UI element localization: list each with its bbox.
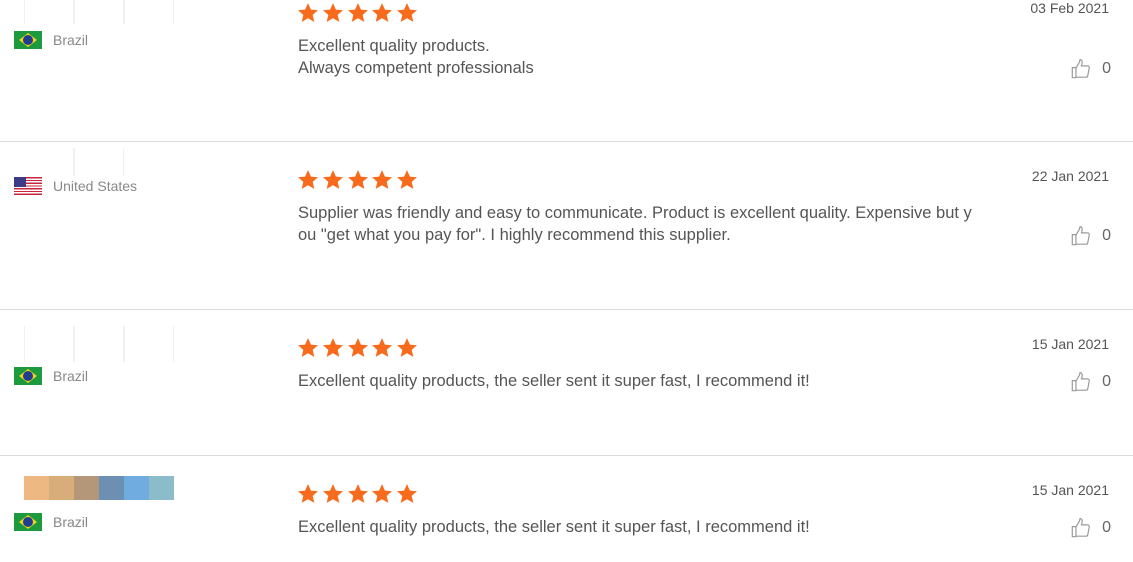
star-icon	[297, 337, 321, 359]
photo-thumbnail[interactable]	[124, 326, 174, 362]
star-icon	[297, 169, 321, 191]
thumbs-up-icon[interactable]	[1070, 517, 1092, 539]
photo-thumbnail[interactable]	[74, 326, 124, 362]
star-icon	[347, 337, 371, 359]
reviewer-country: Brazil	[14, 513, 88, 531]
review-photos[interactable]	[24, 476, 174, 500]
country-name: Brazil	[53, 32, 89, 48]
photo-thumbnail[interactable]	[74, 0, 124, 24]
star-icon	[347, 169, 371, 191]
star-icon	[347, 483, 371, 505]
star-icon	[297, 2, 321, 24]
review-text-line: Excellent quality products, the seller s…	[298, 372, 810, 390]
brazil-flag-icon	[14, 513, 42, 531]
like-button[interactable]: 0	[1070, 58, 1111, 80]
review-text: Excellent quality products, the seller s…	[298, 370, 998, 392]
star-rating	[297, 169, 421, 191]
country-name: Brazil	[53, 368, 89, 384]
review-text-line: Always competent professionals	[298, 59, 534, 77]
review-date: 03 Feb 2021	[1030, 0, 1109, 16]
photo-thumbnail[interactable]	[149, 476, 174, 500]
thumbs-up-icon[interactable]	[1070, 371, 1092, 393]
review-text-line: Excellent quality products.	[298, 37, 490, 55]
star-icon	[371, 337, 395, 359]
photo-thumbnail[interactable]	[99, 476, 124, 500]
photo-thumbnail[interactable]	[74, 148, 124, 176]
photo-thumbnail[interactable]	[124, 476, 149, 500]
country-name: Brazil	[53, 514, 89, 530]
star-icon	[371, 2, 395, 24]
photo-thumbnail[interactable]	[74, 476, 99, 500]
review-text-line: Excellent quality products, the seller s…	[298, 518, 810, 536]
like-button[interactable]: 0	[1070, 517, 1111, 539]
thumbs-up-icon[interactable]	[1070, 225, 1092, 247]
star-rating	[297, 483, 421, 505]
review-photos[interactable]	[24, 148, 124, 176]
review-photos[interactable]	[24, 326, 174, 362]
thumbs-up-icon[interactable]	[1070, 58, 1092, 80]
review-photos[interactable]	[24, 0, 174, 24]
photo-thumbnail[interactable]	[24, 148, 74, 176]
review-text: Excellent quality products. Always compe…	[298, 35, 998, 79]
like-count: 0	[1102, 373, 1111, 390]
review-date: 15 Jan 2021	[1031, 336, 1109, 352]
reviewer-country: Brazil	[14, 367, 88, 385]
star-icon	[347, 2, 371, 24]
star-icon	[396, 169, 420, 191]
review-text-line: ou "get what you pay for". I highly reco…	[298, 226, 731, 244]
like-count: 0	[1102, 60, 1111, 77]
star-icon	[297, 483, 321, 505]
review-item: Brazil Excellent quality products, the s…	[0, 456, 1133, 562]
like-button[interactable]: 0	[1070, 371, 1111, 393]
us-flag-icon	[14, 177, 42, 195]
photo-thumbnail[interactable]	[24, 0, 74, 24]
photo-thumbnail[interactable]	[24, 476, 49, 500]
star-icon	[322, 169, 346, 191]
review-date: 15 Jan 2021	[1031, 482, 1109, 498]
review-text-line: Supplier was friendly and easy to commun…	[298, 204, 972, 222]
like-count: 0	[1102, 227, 1111, 244]
country-name: United States	[53, 178, 138, 194]
like-button[interactable]: 0	[1070, 225, 1111, 247]
star-rating	[297, 2, 421, 24]
review-item: Brazil Excellent quality products. Alway…	[0, 0, 1133, 141]
brazil-flag-icon	[14, 367, 42, 385]
photo-thumbnail[interactable]	[24, 326, 74, 362]
reviewer-country: Brazil	[14, 31, 88, 49]
star-icon	[322, 483, 346, 505]
review-item: Brazil Excellent quality products, the s…	[0, 310, 1133, 455]
like-count: 0	[1102, 519, 1111, 536]
brazil-flag-icon	[14, 31, 42, 49]
review-text: Excellent quality products, the seller s…	[298, 516, 998, 538]
star-rating	[297, 337, 421, 359]
star-icon	[371, 483, 395, 505]
star-icon	[322, 2, 346, 24]
star-icon	[396, 483, 420, 505]
photo-thumbnail[interactable]	[49, 476, 74, 500]
photo-thumbnail[interactable]	[124, 0, 174, 24]
star-icon	[371, 169, 395, 191]
star-icon	[322, 337, 346, 359]
review-text: Supplier was friendly and easy to commun…	[298, 202, 998, 246]
star-icon	[396, 337, 420, 359]
review-item: United States Supplier was friendly and …	[0, 142, 1133, 309]
review-date: 22 Jan 2021	[1031, 168, 1109, 184]
reviewer-country: United States	[14, 177, 137, 195]
star-icon	[396, 2, 420, 24]
